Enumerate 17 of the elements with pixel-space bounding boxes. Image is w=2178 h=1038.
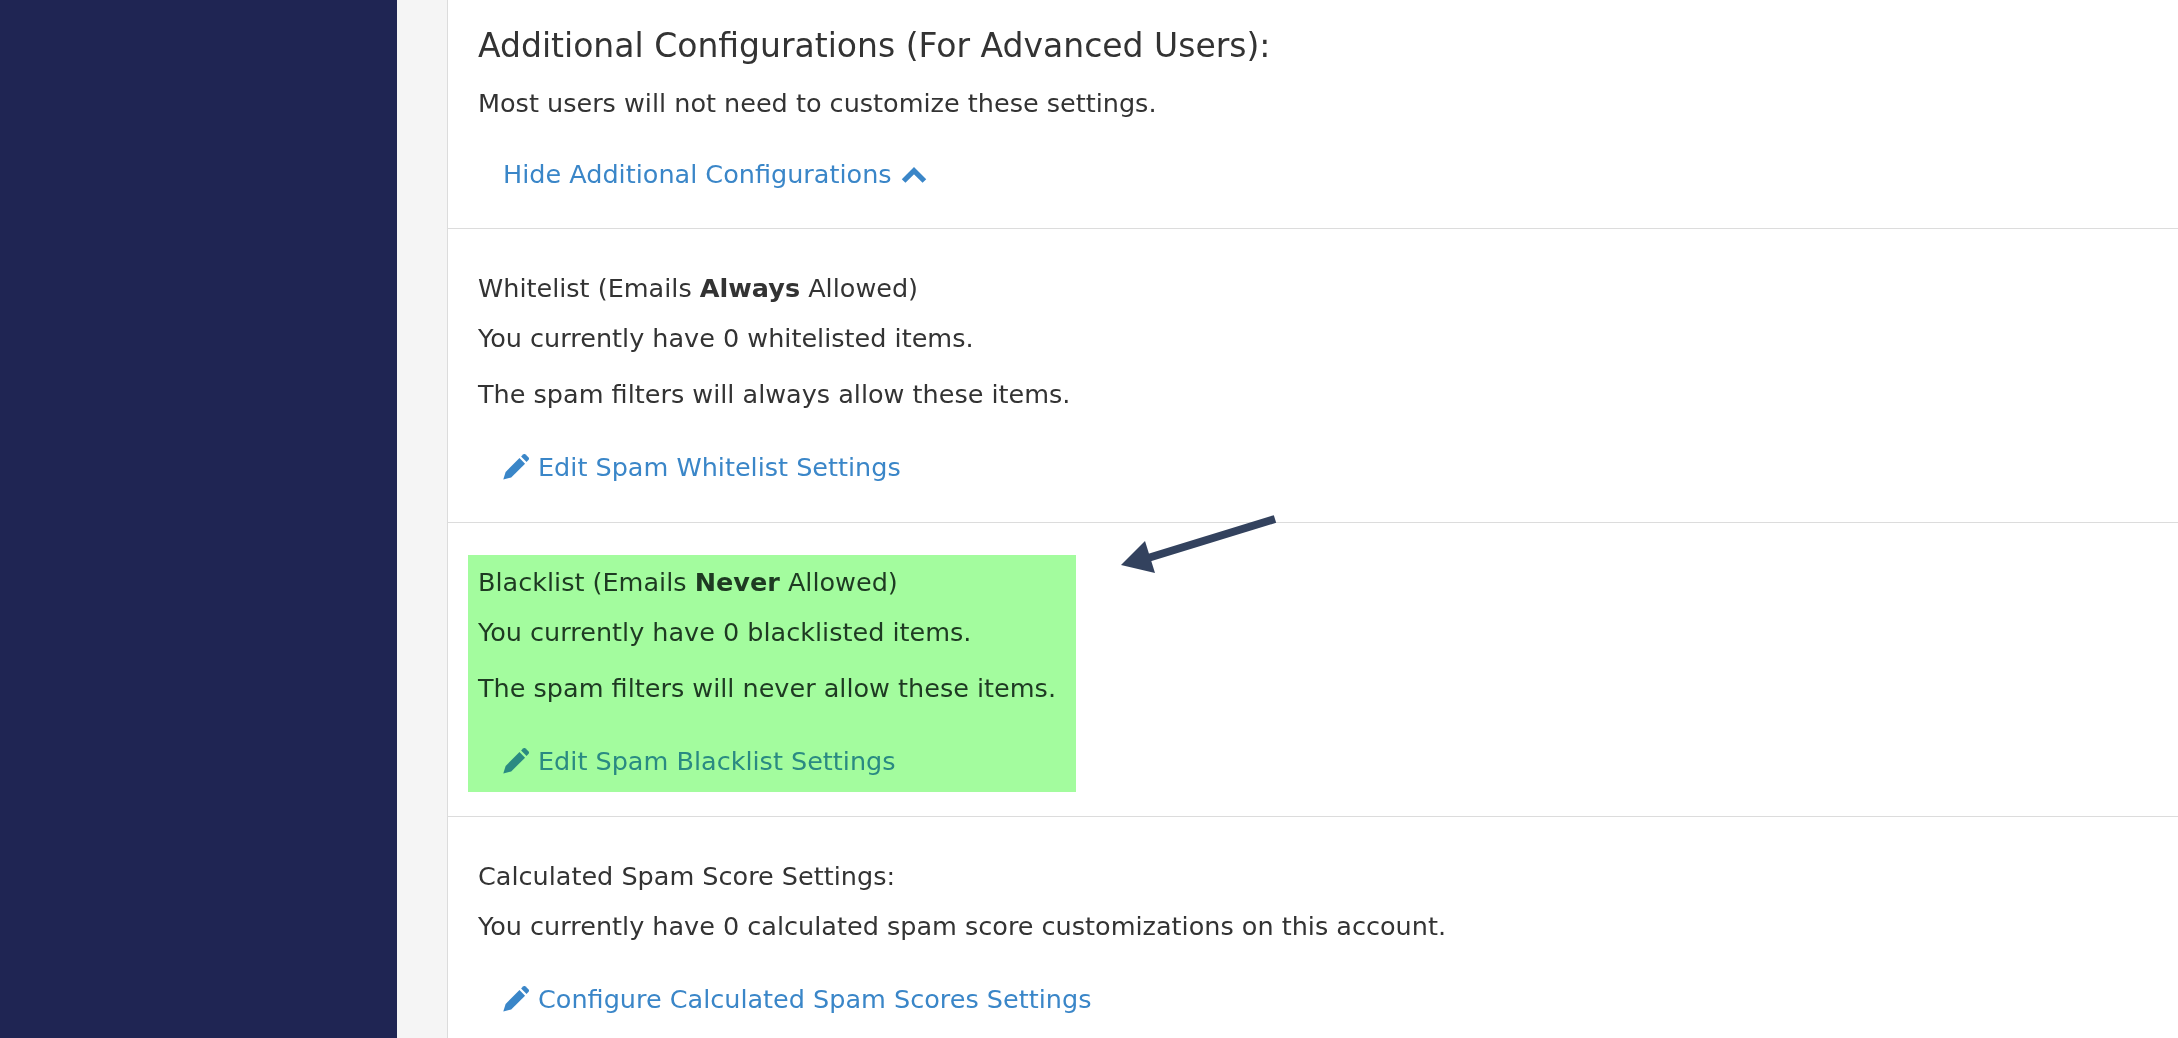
pencil-icon [503, 986, 529, 1012]
section-title: Calculated Spam Score Settings: [478, 860, 896, 893]
settings-link[interactable]: Edit Spam Blacklist Settings [503, 744, 896, 778]
toggle-link[interactable]: Hide Additional Configurations [503, 157, 927, 191]
section-text: The spam filters will always allow these items. [478, 378, 1071, 411]
settings-link[interactable]: Configure Calculated Spam Scores Settings [503, 982, 1092, 1016]
section-heading: Additional Configurations (For Advanced Users): [478, 25, 1271, 67]
section-text: You currently have 0 whitelisted items. [478, 322, 974, 355]
section-title: Whitelist (Emails Always Allowed) [478, 272, 919, 305]
section-text: The spam filters will never allow these items. [478, 672, 1056, 705]
section-description: Most users will not need to customize these settings. [478, 87, 1157, 120]
section-text: You currently have 0 blacklisted items. [478, 616, 972, 649]
section-text: You currently have 0 calculated spam score customizations on this account. [478, 910, 1447, 943]
pencil-icon [503, 748, 529, 774]
pencil-icon [503, 454, 529, 480]
section-title: Blacklist (Emails Never Allowed) [478, 566, 898, 599]
settings-link[interactable]: Edit Spam Whitelist Settings [503, 450, 901, 484]
